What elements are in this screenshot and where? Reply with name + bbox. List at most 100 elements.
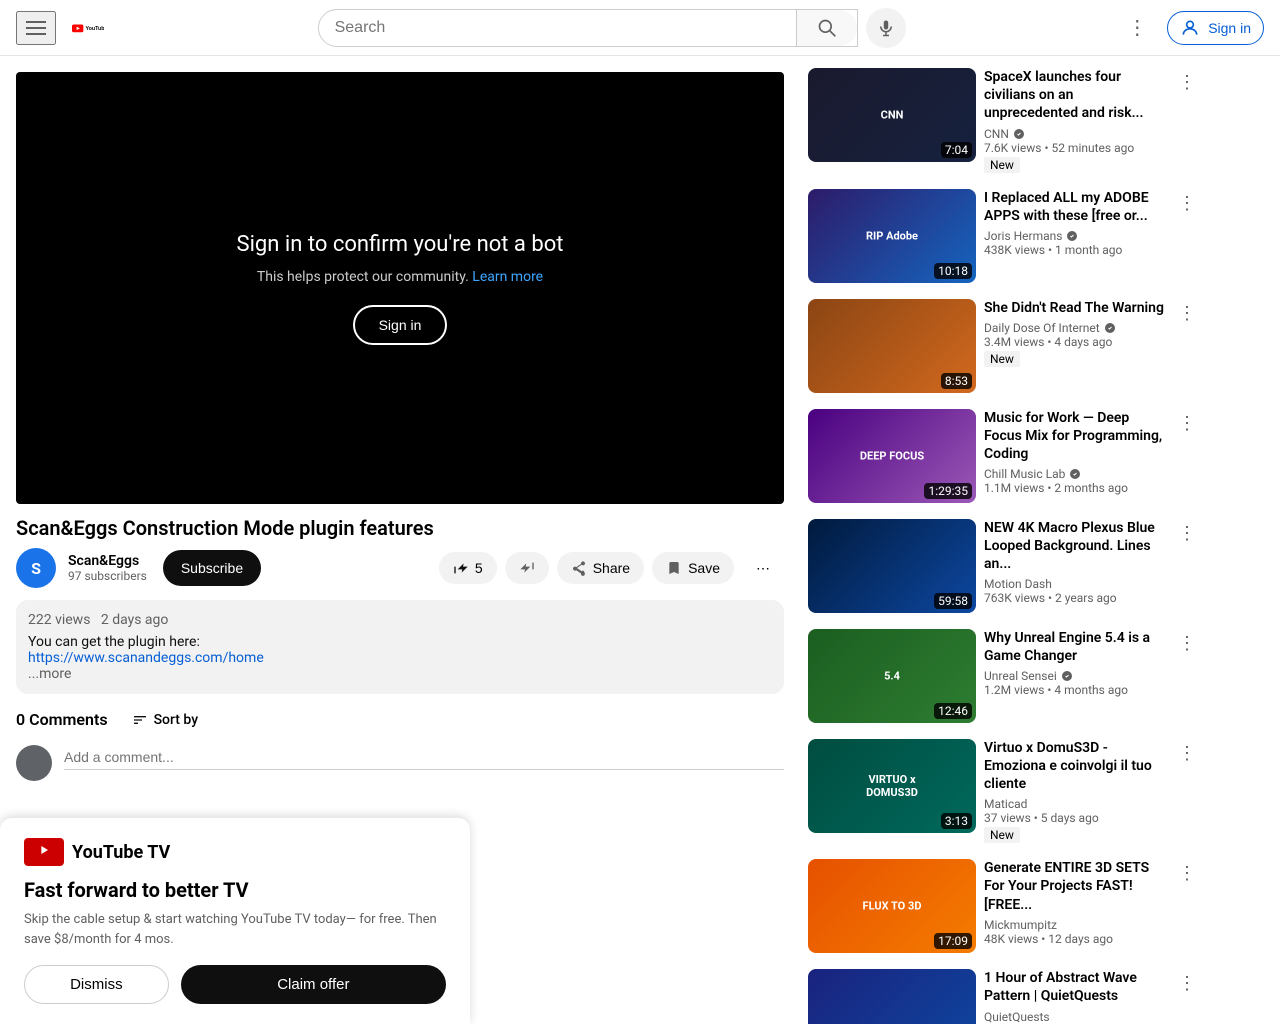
video-meta-channel: Unreal Sensei <box>984 669 1166 683</box>
thumbnail: VIRTUO x DOMUS3D 3:13 <box>808 739 976 833</box>
thumb-label <box>888 1012 896 1020</box>
new-badge: New <box>984 157 1020 173</box>
desc-meta: 222 views 2 days ago <box>28 612 772 628</box>
menu-button[interactable] <box>16 11 56 45</box>
duration-badge: 7:04 <box>941 142 972 158</box>
save-button[interactable]: Save <box>652 552 734 584</box>
sidebar-item[interactable]: RIP Adobe 10:18 I Replaced ALL my ADOBE … <box>804 185 1204 287</box>
video-meta: Generate ENTIRE 3D SETS For Your Project… <box>984 859 1166 953</box>
sidebar-item[interactable]: 8:53 She Didn't Read The Warning Daily D… <box>804 295 1204 397</box>
desc-more[interactable]: ...more <box>28 666 772 682</box>
dismiss-button[interactable]: Dismiss <box>24 965 169 1004</box>
description-box: 222 views 2 days ago You can get the plu… <box>16 600 784 694</box>
yt-tv-logo: YouTube TV <box>24 838 446 866</box>
video-meta: Virtuo x DomuS3D - Emoziona e coinvolgi … <box>984 739 1166 844</box>
thumb-label <box>888 342 896 350</box>
duration-badge: 3:13 <box>941 813 972 829</box>
sign-in-prompt-subtitle: This helps protect our community. Learn … <box>257 269 543 285</box>
channel-name[interactable]: Scan&Eggs <box>68 553 147 569</box>
video-title: Scan&Eggs Construction Mode plugin featu… <box>16 516 784 540</box>
comment-input[interactable] <box>64 745 784 770</box>
more-options-button[interactable]: ⋮ <box>1119 7 1155 48</box>
video-overlay: Sign in to confirm you're not a bot This… <box>16 72 784 504</box>
sidebar-more-button[interactable]: ⋮ <box>1174 969 1200 998</box>
youtube-logo[interactable]: YouTube <box>72 17 104 39</box>
verified-icon <box>1066 230 1078 242</box>
verified-icon <box>1061 670 1073 682</box>
video-meta: Music for Work — Deep Focus Mix for Prog… <box>984 409 1166 503</box>
claim-offer-button[interactable]: Claim offer <box>181 965 446 1004</box>
share-label: Share <box>593 560 630 576</box>
like-button[interactable]: 5 <box>439 552 497 584</box>
sign-in-prompt-title: Sign in to confirm you're not a bot <box>237 232 564 257</box>
sidebar-more-button[interactable]: ⋮ <box>1174 409 1200 438</box>
video-meta-channel: Chill Music Lab <box>984 467 1166 481</box>
video-meta: SpaceX launches four civilians on an unp… <box>984 68 1166 173</box>
video-meta-stats: 48K views • 12 days ago <box>984 932 1166 946</box>
video-more-button[interactable]: ⋯ <box>742 552 784 585</box>
duration-badge: 1:29:35 <box>924 483 972 499</box>
sidebar-more-button[interactable]: ⋮ <box>1174 519 1200 548</box>
duration-badge: 12:46 <box>934 703 972 719</box>
sign-in-video-button[interactable]: Sign in <box>353 305 448 345</box>
video-meta-channel: QuietQuests <box>984 1010 1166 1024</box>
video-meta-channel: Joris Hermans <box>984 229 1166 243</box>
thumbnail: DEEP FOCUS 1:29:35 <box>808 409 976 503</box>
sidebar: CNN 7:04 SpaceX launches four civilians … <box>800 56 1220 1024</box>
sidebar-item[interactable]: 59:58 NEW 4K Macro Plexus Blue Looped Ba… <box>804 515 1204 617</box>
share-button[interactable]: Share <box>557 552 644 584</box>
search-input[interactable] <box>319 11 796 45</box>
video-meta-title: Virtuo x DomuS3D - Emoziona e coinvolgi … <box>984 739 1166 794</box>
save-icon <box>666 560 682 576</box>
sidebar-more-button[interactable]: ⋮ <box>1174 739 1200 768</box>
video-player[interactable]: Sign in to confirm you're not a bot This… <box>16 72 784 504</box>
search-button[interactable] <box>796 10 857 46</box>
sidebar-item[interactable]: FLUX TO 3D 17:09 Generate ENTIRE 3D SETS… <box>804 855 1204 957</box>
comments-header: 0 Comments Sort by <box>16 710 784 729</box>
thumb-label: 5.4 <box>880 665 904 686</box>
sidebar-more-button[interactable]: ⋮ <box>1174 629 1200 658</box>
yt-tv-buttons: Dismiss Claim offer <box>24 965 446 1004</box>
video-meta-channel: Maticad <box>984 797 1166 811</box>
dislike-button[interactable] <box>505 552 549 584</box>
user-icon <box>1180 18 1200 38</box>
video-meta-title: Why Unreal Engine 5.4 is a Game Changer <box>984 629 1166 665</box>
sidebar-item[interactable]: 5.4 12:46 Why Unreal Engine 5.4 is a Gam… <box>804 625 1204 727</box>
yt-tv-title: Fast forward to better TV <box>24 878 446 902</box>
duration-badge: 59:58 <box>934 593 972 609</box>
sidebar-item[interactable]: CNN 7:04 SpaceX launches four civilians … <box>804 64 1204 177</box>
desc-link[interactable]: https://www.scanandeggs.com/home <box>28 650 264 666</box>
time-ago: 2 days ago <box>101 612 169 628</box>
sidebar-more-button[interactable]: ⋮ <box>1174 189 1200 218</box>
video-meta: NEW 4K Macro Plexus Blue Looped Backgrou… <box>984 519 1166 613</box>
sidebar-more-button[interactable]: ⋮ <box>1174 68 1200 97</box>
channel-avatar[interactable]: S <box>16 548 56 588</box>
sidebar-item[interactable]: DEEP FOCUS 1:29:35 Music for Work — Deep… <box>804 405 1204 507</box>
video-meta-title: 1 Hour of Abstract Wave Pattern | QuietQ… <box>984 969 1166 1005</box>
subscribe-button[interactable]: Subscribe <box>163 550 261 586</box>
add-comment-row <box>16 745 784 781</box>
verified-icon <box>1069 468 1081 480</box>
verified-icon <box>1013 128 1025 140</box>
thumbnail: RIP Adobe 10:18 <box>808 189 976 283</box>
channel-subs: 97 subscribers <box>68 569 147 583</box>
verified-icon <box>1104 322 1116 334</box>
sort-by-label: Sort by <box>154 712 199 728</box>
sidebar-more-button[interactable]: ⋮ <box>1174 299 1200 328</box>
sidebar-item[interactable]: 1:00:00 1 Hour of Abstract Wave Pattern … <box>804 965 1204 1024</box>
sort-by-button[interactable]: Sort by <box>132 712 199 728</box>
video-meta-title: NEW 4K Macro Plexus Blue Looped Backgrou… <box>984 519 1166 574</box>
channel-info: Scan&Eggs 97 subscribers <box>68 553 147 583</box>
thumbnail: 1:00:00 <box>808 969 976 1024</box>
duration-badge: 17:09 <box>934 933 972 949</box>
header-center <box>104 8 1119 48</box>
learn-more-link[interactable]: Learn more <box>472 269 543 285</box>
sidebar-more-button[interactable]: ⋮ <box>1174 859 1200 888</box>
sidebar-item[interactable]: VIRTUO x DOMUS3D 3:13 Virtuo x DomuS3D -… <box>804 735 1204 848</box>
sign-in-button[interactable]: Sign in <box>1167 11 1264 45</box>
mic-button[interactable] <box>866 8 906 48</box>
thumbnail: 5.4 12:46 <box>808 629 976 723</box>
thumb-label <box>888 562 896 570</box>
video-meta-stats: 3.4M views • 4 days ago <box>984 335 1166 349</box>
share-icon <box>571 560 587 576</box>
